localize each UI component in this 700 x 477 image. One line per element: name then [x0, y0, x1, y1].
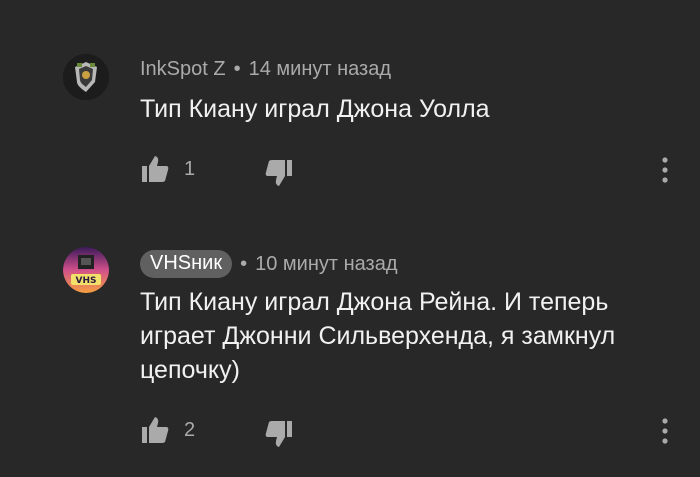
- more-vert-icon[interactable]: [660, 417, 670, 445]
- thumb-down-icon[interactable]: [264, 419, 294, 449]
- meta-separator: •: [240, 252, 248, 275]
- crest-emblem-icon: [63, 54, 109, 100]
- comment-item: InkSpot Z • 14 минут назад Тип Киану игр…: [0, 0, 700, 210]
- vhs-logo-icon: VHS: [63, 247, 109, 293]
- comment-item: VHS VHSник • 10 минут назад Тип Киану иг…: [0, 210, 700, 477]
- comment-actions: 1: [140, 154, 680, 186]
- like-count: 1: [184, 158, 196, 180]
- comment-meta: InkSpot Z • 14 минут назад: [140, 58, 391, 81]
- author-name[interactable]: InkSpot Z: [140, 58, 226, 81]
- svg-text:VHS: VHS: [76, 276, 97, 286]
- meta-separator: •: [233, 58, 241, 80]
- avatar[interactable]: [63, 54, 109, 100]
- more-vert-icon[interactable]: [660, 156, 670, 184]
- thumb-down-icon[interactable]: [264, 158, 294, 188]
- avatar[interactable]: VHS: [63, 247, 109, 293]
- comment-meta: VHSник • 10 минут назад: [140, 250, 398, 278]
- comment-actions: 2: [140, 415, 680, 447]
- thumb-up-icon[interactable]: [140, 154, 170, 184]
- thumb-up-icon[interactable]: [140, 415, 170, 445]
- timestamp[interactable]: 10 минут назад: [255, 253, 397, 276]
- comment-text: Тип Киану играл Джона Рейна. И теперь иг…: [140, 288, 616, 384]
- comment-text: Тип Киану играл Джона Уолла: [140, 95, 490, 123]
- like-count: 2: [184, 419, 196, 441]
- author-badge[interactable]: VHSник: [140, 250, 233, 278]
- timestamp[interactable]: 14 минут назад: [249, 58, 391, 81]
